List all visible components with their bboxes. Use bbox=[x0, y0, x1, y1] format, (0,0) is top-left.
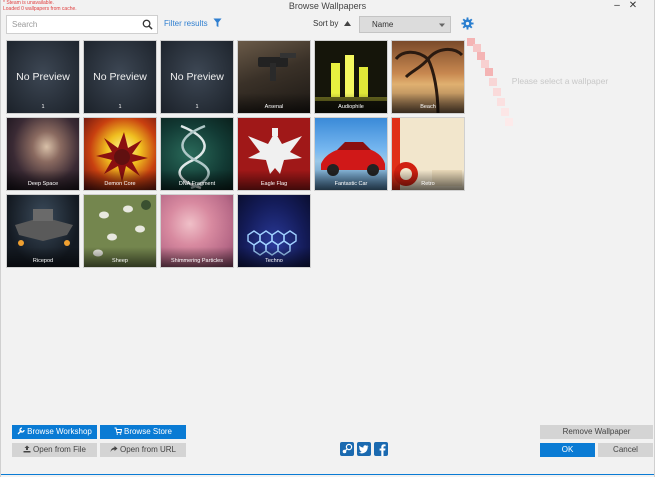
browse-store-label: Browse Store bbox=[123, 427, 173, 436]
window-title: Browse Wallpapers bbox=[288, 1, 367, 11]
twitter-icon[interactable] bbox=[357, 442, 371, 456]
upload-icon bbox=[23, 445, 31, 453]
wallpaper-title: Audiophile bbox=[315, 93, 387, 113]
wallpaper-tile[interactable]: Demon Core bbox=[83, 117, 157, 191]
open-from-file-button[interactable]: Open from File bbox=[12, 443, 97, 457]
open-from-url-label: Open from URL bbox=[119, 445, 177, 454]
search-icon[interactable] bbox=[142, 19, 153, 30]
window-bottom-border bbox=[1, 474, 654, 475]
minimize-button[interactable]: – bbox=[610, 0, 624, 12]
no-preview-label: No Preview bbox=[93, 71, 147, 83]
wallpaper-tile[interactable]: No Preview 1 bbox=[83, 40, 157, 114]
sort-ascending-icon[interactable] bbox=[343, 19, 352, 28]
open-from-url-button[interactable]: Open from URL bbox=[100, 443, 186, 457]
no-preview-label: No Preview bbox=[170, 71, 224, 83]
chevron-down-icon bbox=[439, 23, 445, 27]
wallpaper-tile[interactable]: Fantastic Car bbox=[314, 117, 388, 191]
wallpaper-title: Techno bbox=[238, 247, 310, 267]
browse-workshop-label: Browse Workshop bbox=[27, 427, 92, 436]
filter-results-link[interactable]: Filter results bbox=[164, 19, 208, 28]
wallpaper-tile[interactable]: No Preview 1 bbox=[160, 40, 234, 114]
gear-icon[interactable] bbox=[461, 17, 474, 30]
search-input[interactable] bbox=[7, 16, 135, 33]
remove-wallpaper-button[interactable]: Remove Wallpaper bbox=[540, 425, 653, 439]
wallpaper-title: Retro bbox=[392, 170, 464, 190]
search-box bbox=[6, 15, 158, 34]
wallpaper-title: Shimmering Particles bbox=[161, 247, 233, 267]
wallpaper-title: Eagle Flag bbox=[238, 170, 310, 190]
wallpaper-title: Deep Space bbox=[7, 170, 79, 190]
steam-icon[interactable] bbox=[340, 442, 354, 456]
wallpaper-title: 1 bbox=[41, 104, 45, 110]
wallpaper-tile[interactable]: Eagle Flag bbox=[237, 117, 311, 191]
ok-button[interactable]: OK bbox=[540, 443, 595, 457]
wallpaper-tile[interactable]: Beach bbox=[391, 40, 465, 114]
wallpaper-tile[interactable]: Retro bbox=[391, 117, 465, 191]
sort-field-value: Name bbox=[372, 20, 394, 29]
wallpaper-tile[interactable]: Shimmering Particles bbox=[160, 194, 234, 268]
sort-field-select[interactable]: Name bbox=[359, 16, 451, 33]
wallpaper-title: Beach bbox=[392, 93, 464, 113]
wallpaper-tile[interactable]: Deep Space bbox=[6, 117, 80, 191]
wallpaper-title: Ricepod bbox=[7, 247, 79, 267]
arsenal-thumbnail bbox=[258, 53, 296, 81]
wallpaper-tile[interactable]: Audiophile bbox=[314, 40, 388, 114]
preview-placeholder-text: Please select a wallpaper bbox=[511, 76, 609, 86]
wallpaper-tile[interactable]: DNA Fragment bbox=[160, 117, 234, 191]
wallpaper-title: Demon Core bbox=[84, 170, 156, 190]
wallpaper-title: Fantastic Car bbox=[315, 170, 387, 190]
wallpaper-title: Arsenal bbox=[238, 93, 310, 113]
wallpaper-title: DNA Fragment bbox=[161, 170, 233, 190]
wallpaper-title: Sheep bbox=[84, 247, 156, 267]
wallpaper-tile[interactable]: Ricepod bbox=[6, 194, 80, 268]
title-bar: * Steam is unavailable. Loaded 0 wallpap… bbox=[1, 0, 654, 12]
cart-icon bbox=[114, 427, 122, 435]
wrench-icon bbox=[17, 427, 25, 435]
browse-workshop-button[interactable]: Browse Workshop bbox=[12, 425, 97, 439]
wallpaper-tile[interactable]: Techno bbox=[237, 194, 311, 268]
wallpaper-tile[interactable]: No Preview 1 bbox=[6, 40, 80, 114]
share-arrow-icon bbox=[110, 446, 118, 452]
open-from-file-label: Open from File bbox=[33, 445, 86, 454]
sort-by-label: Sort by bbox=[313, 19, 339, 28]
wallpaper-tile[interactable]: Arsenal bbox=[237, 40, 311, 114]
close-button[interactable]: ✕ bbox=[626, 0, 640, 12]
wallpaper-title: 1 bbox=[195, 104, 199, 110]
browse-store-button[interactable]: Browse Store bbox=[100, 425, 186, 439]
cancel-button[interactable]: Cancel bbox=[598, 443, 653, 457]
facebook-icon[interactable] bbox=[374, 442, 388, 456]
filter-icon[interactable] bbox=[213, 18, 222, 28]
wallpaper-tile[interactable]: Sheep bbox=[83, 194, 157, 268]
wallpaper-title: 1 bbox=[118, 104, 122, 110]
no-preview-label: No Preview bbox=[16, 71, 70, 83]
